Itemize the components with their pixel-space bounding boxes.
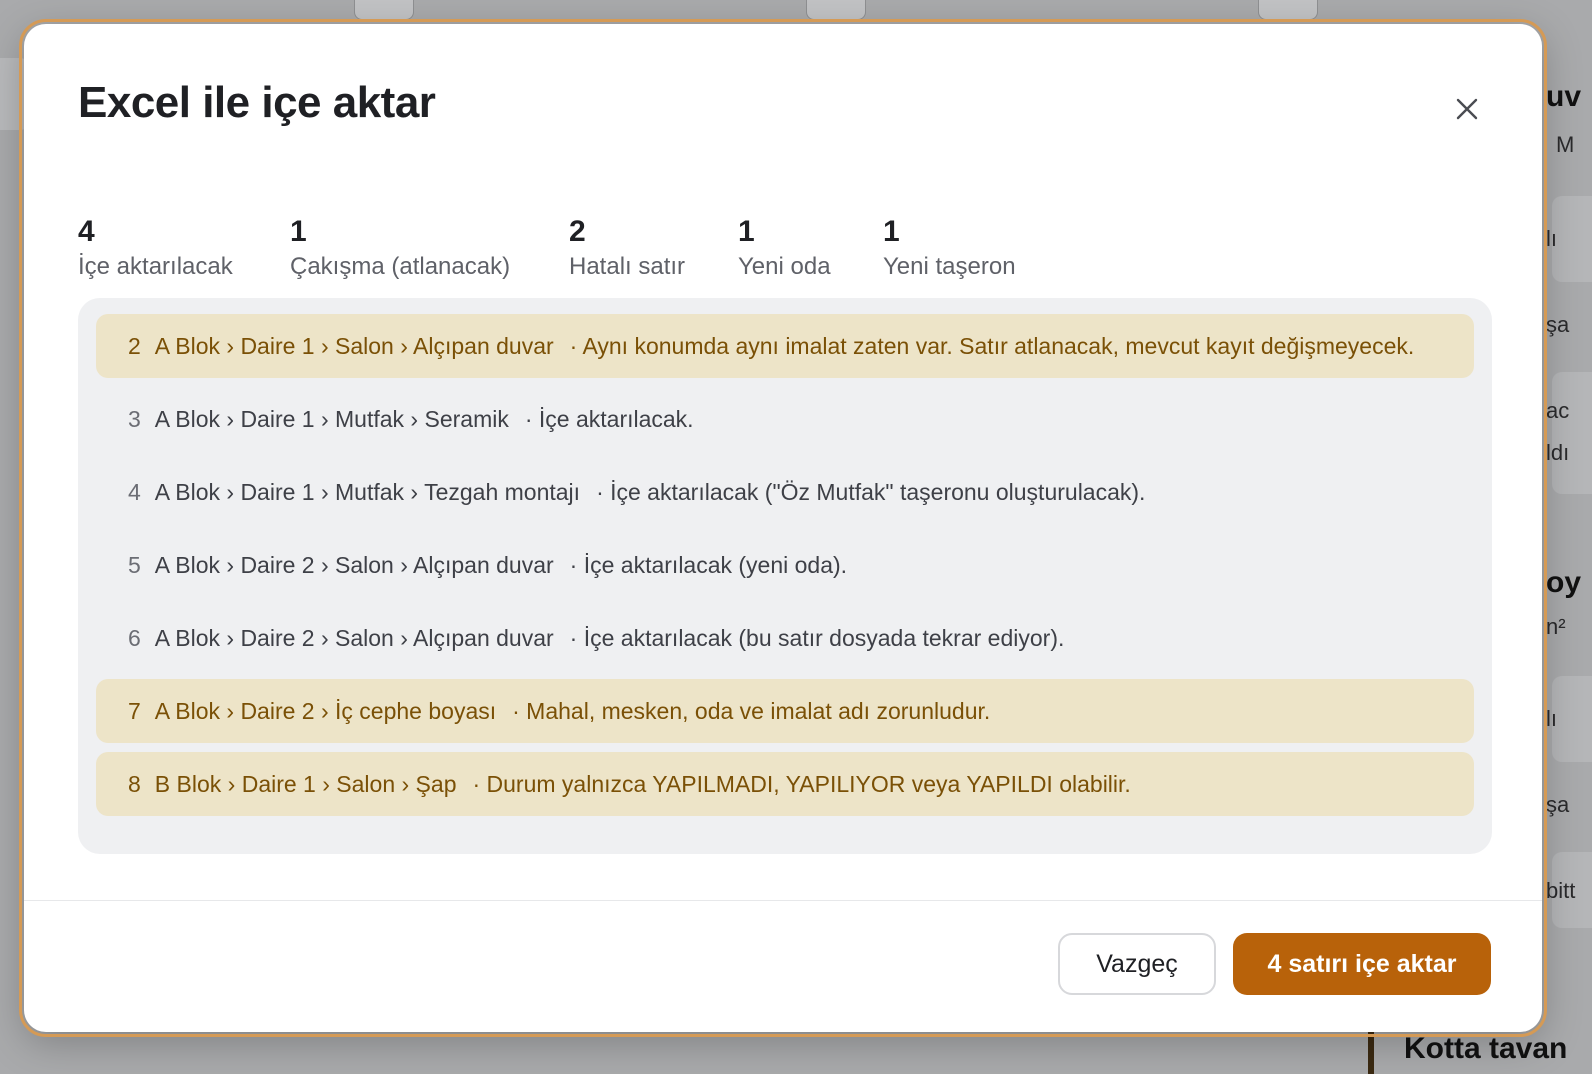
background-text: lı — [1546, 226, 1557, 251]
import-button[interactable]: 4 satırı içe aktar — [1233, 933, 1491, 995]
cancel-button[interactable]: Vazgeç — [1058, 933, 1216, 995]
import-modal: Excel ile içe aktar 4 İçe aktarılacak 1 … — [19, 19, 1547, 1037]
preview-row-warning: 2 A Blok › Daire 1 › Salon › Alçıpan duva… — [96, 314, 1474, 378]
row-message: · Durum yalnızca YAPILMADI, YAPILIYOR ve… — [472, 771, 1131, 797]
close-icon — [1456, 98, 1478, 120]
row-path: A Blok › Daire 2 › İç cephe boyası — [154, 698, 497, 724]
row-path: A Blok › Daire 1 › Salon › Alçıpan duvar — [154, 333, 554, 359]
stat-value: 4 — [78, 215, 95, 248]
stat-new-subcontractor: 1 Yeni taşeron — [883, 214, 1016, 282]
stat-value: 1 — [738, 215, 755, 248]
row-message: · İçe aktarılacak (yeni oda). — [569, 552, 848, 578]
background-tab — [1258, 0, 1318, 20]
preview-row: 5 A Blok › Daire 2 › Salon › Alçıpan duva… — [96, 533, 1474, 597]
stat-label: Hatalı satır — [569, 253, 686, 280]
stat-label: Yeni taşeron — [883, 253, 1016, 280]
stat-importable: 4 İçe aktarılacak — [78, 214, 233, 282]
background-text: şa — [1546, 792, 1570, 817]
background-text: şa — [1546, 312, 1570, 337]
background-right-column — [1540, 0, 1592, 1074]
row-path: A Blok › Daire 1 › Mutfak › Tezgah monta… — [154, 479, 581, 505]
row-message: · Mahal, mesken, oda ve imalat adı zorun… — [512, 698, 991, 724]
background-text: ac — [1546, 398, 1570, 423]
row-number: 2 — [128, 333, 141, 359]
row-path: A Blok › Daire 2 › Salon › Alçıpan duvar — [154, 625, 554, 651]
row-number: 4 — [128, 479, 141, 505]
preview-row-warning: 7 A Blok › Daire 2 › İç cephe boyası · Mah… — [96, 679, 1474, 743]
background-text: lı — [1546, 706, 1557, 731]
background-text: ldı — [1546, 440, 1570, 465]
background-text: uv — [1546, 80, 1582, 113]
background-card: Kotta tavan — [1368, 1030, 1592, 1074]
stat-error-rows: 2 Hatalı satır — [569, 214, 685, 282]
stat-value: 1 — [290, 215, 307, 248]
background-text: Kotta tavan — [1404, 1032, 1568, 1065]
stat-value: 2 — [569, 215, 586, 248]
stat-label: Yeni oda — [738, 253, 831, 280]
preview-row: 4 A Blok › Daire 1 › Mutfak › Tezgah mont… — [96, 460, 1474, 524]
row-number: 8 — [128, 771, 141, 797]
background-tab — [806, 0, 866, 20]
row-message: · İçe aktarılacak (bu satır dosyada tekr… — [569, 625, 1065, 651]
row-path: B Blok › Daire 1 › Salon › Şap — [154, 771, 457, 797]
row-number: 7 — [128, 698, 141, 724]
row-message: · Aynı konumda aynı imalat zaten var. Sa… — [569, 333, 1415, 359]
row-message: · İçe aktarılacak. — [524, 406, 694, 432]
footer-divider — [24, 900, 1542, 901]
preview-row: 6 A Blok › Daire 2 › Salon › Alçıpan duva… — [96, 606, 1474, 670]
background-text: bitt — [1546, 878, 1576, 903]
row-number: 3 — [128, 406, 141, 432]
stat-label: İçe aktarılacak — [78, 253, 233, 280]
row-path: A Blok › Daire 1 › Mutfak › Seramik — [154, 406, 509, 432]
modal-title: Excel ile içe aktar — [78, 78, 436, 127]
preview-row: 3 A Blok › Daire 1 › Mutfak › Seramik · İç… — [96, 387, 1474, 451]
row-path: A Blok › Daire 2 › Salon › Alçıpan duvar — [154, 552, 554, 578]
row-number: 6 — [128, 625, 141, 651]
background-text: M — [1556, 132, 1575, 157]
preview-row-warning: 8 B Blok › Daire 1 › Salon › Şap · Durum y… — [96, 752, 1474, 816]
close-button[interactable] — [1444, 86, 1490, 132]
row-number: 5 — [128, 552, 141, 578]
stat-value: 1 — [883, 215, 900, 248]
stat-new-room: 1 Yeni oda — [738, 214, 831, 282]
background-text: n² — [1546, 614, 1566, 639]
background-tab — [354, 0, 414, 20]
background-text: oy — [1546, 566, 1582, 599]
preview-rows-list: 2 A Blok › Daire 1 › Salon › Alçıpan duva… — [78, 298, 1492, 854]
stat-conflict: 1 Çakışma (atlanacak) — [290, 214, 510, 282]
row-message: · İçe aktarılacak ("Öz Mutfak" taşeronu … — [596, 479, 1146, 505]
stat-label: Çakışma (atlanacak) — [290, 253, 511, 280]
